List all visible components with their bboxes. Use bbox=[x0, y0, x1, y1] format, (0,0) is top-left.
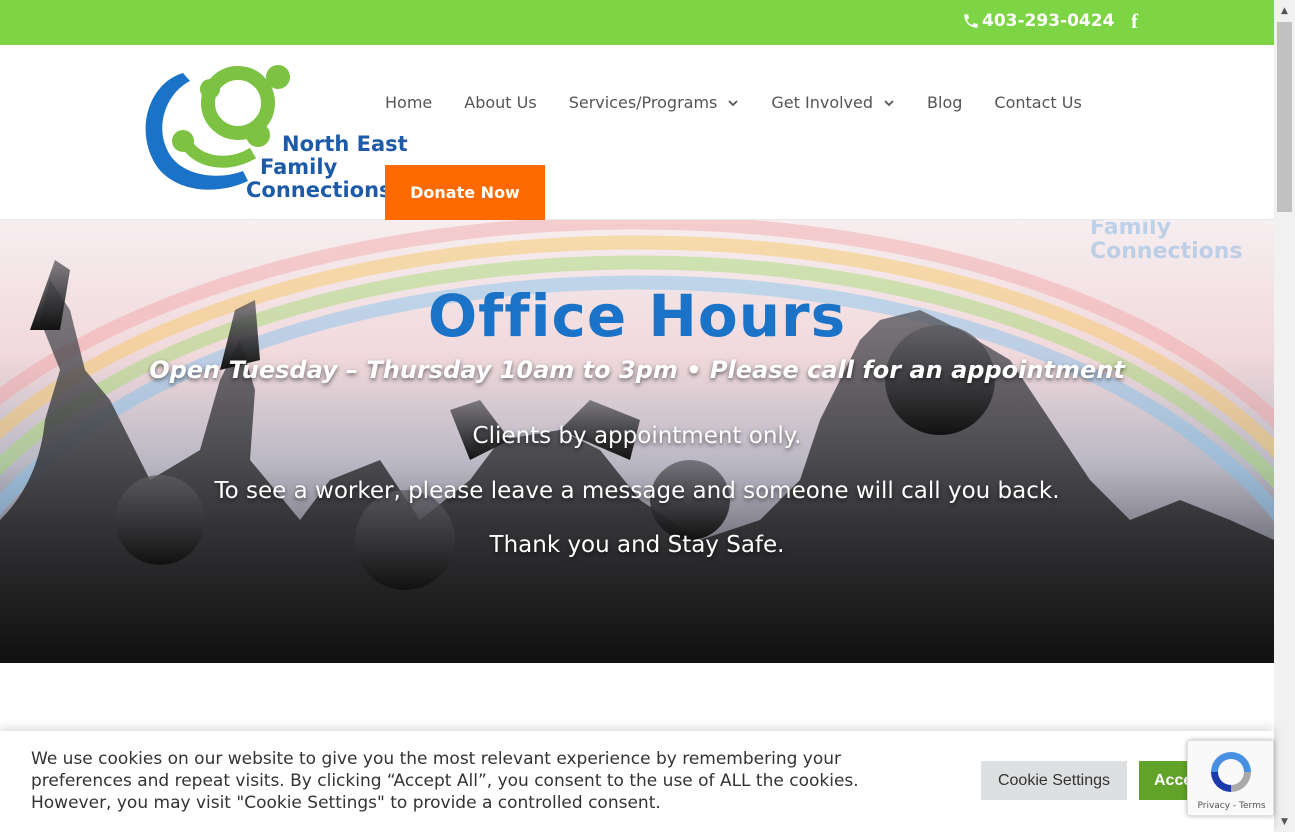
nav-item-services-programs[interactable]: Services/Programs bbox=[569, 93, 740, 112]
facebook-icon[interactable]: f bbox=[1131, 9, 1138, 34]
nav-item-contact-us[interactable]: Contact Us bbox=[994, 93, 1081, 112]
cookie-consent-banner: We use cookies on our website to give yo… bbox=[0, 731, 1274, 832]
chevron-down-icon bbox=[728, 99, 739, 106]
site-header: North East Family Connections Home About… bbox=[0, 45, 1274, 220]
cookie-consent-text: We use cookies on our website to give yo… bbox=[31, 749, 859, 813]
site-logo[interactable]: North East Family Connections bbox=[138, 63, 408, 205]
hero-text-line-3: Thank you and Stay Safe. bbox=[489, 532, 785, 558]
recaptcha-privacy-terms-link[interactable]: Privacy - Terms bbox=[1188, 801, 1275, 811]
nav-item-about-us[interactable]: About Us bbox=[464, 93, 536, 112]
logo-text-line2: Family bbox=[260, 155, 338, 179]
phone-icon bbox=[964, 14, 978, 28]
top-bar: 403-293-0424 f bbox=[0, 0, 1274, 45]
main-nav: Home About Us Services/Programs Get Invo… bbox=[385, 93, 1114, 112]
phone-link[interactable]: 403-293-0424 bbox=[962, 11, 1114, 31]
nav-item-home[interactable]: Home bbox=[385, 93, 432, 112]
hero-text-line-2: To see a worker, please leave a message … bbox=[214, 478, 1060, 504]
recaptcha-icon bbox=[1211, 752, 1251, 792]
cookie-settings-button[interactable]: Cookie Settings bbox=[981, 761, 1127, 800]
chevron-down-icon bbox=[884, 99, 894, 106]
logo-text-line1: North East bbox=[282, 132, 408, 156]
watermark-logo: Family Connections bbox=[1090, 220, 1243, 264]
hero-title: Office Hours bbox=[427, 282, 847, 350]
page-scrollbar[interactable]: ▲ ▼ bbox=[1274, 0, 1295, 832]
donate-now-button[interactable]: Donate Now bbox=[385, 165, 545, 220]
logo-text-line3: Connections bbox=[246, 178, 392, 202]
phone-number: 403-293-0424 bbox=[982, 11, 1115, 31]
scroll-thumb[interactable] bbox=[1277, 22, 1292, 212]
hero-subtitle: Open Tuesday – Thursday 10am to 3pm • Pl… bbox=[149, 356, 1125, 384]
recaptcha-badge[interactable]: Privacy - Terms bbox=[1187, 740, 1274, 816]
nav-item-get-involved[interactable]: Get Involved bbox=[771, 93, 895, 112]
nav-item-blog[interactable]: Blog bbox=[927, 93, 962, 112]
scroll-down-arrow-icon[interactable]: ▼ bbox=[1274, 811, 1295, 832]
hero-section: Family Connections Office Hours Open Tue… bbox=[0, 220, 1274, 663]
scroll-up-arrow-icon[interactable]: ▲ bbox=[1274, 0, 1295, 21]
hero-text-line-1: Clients by appointment only. bbox=[472, 423, 802, 449]
